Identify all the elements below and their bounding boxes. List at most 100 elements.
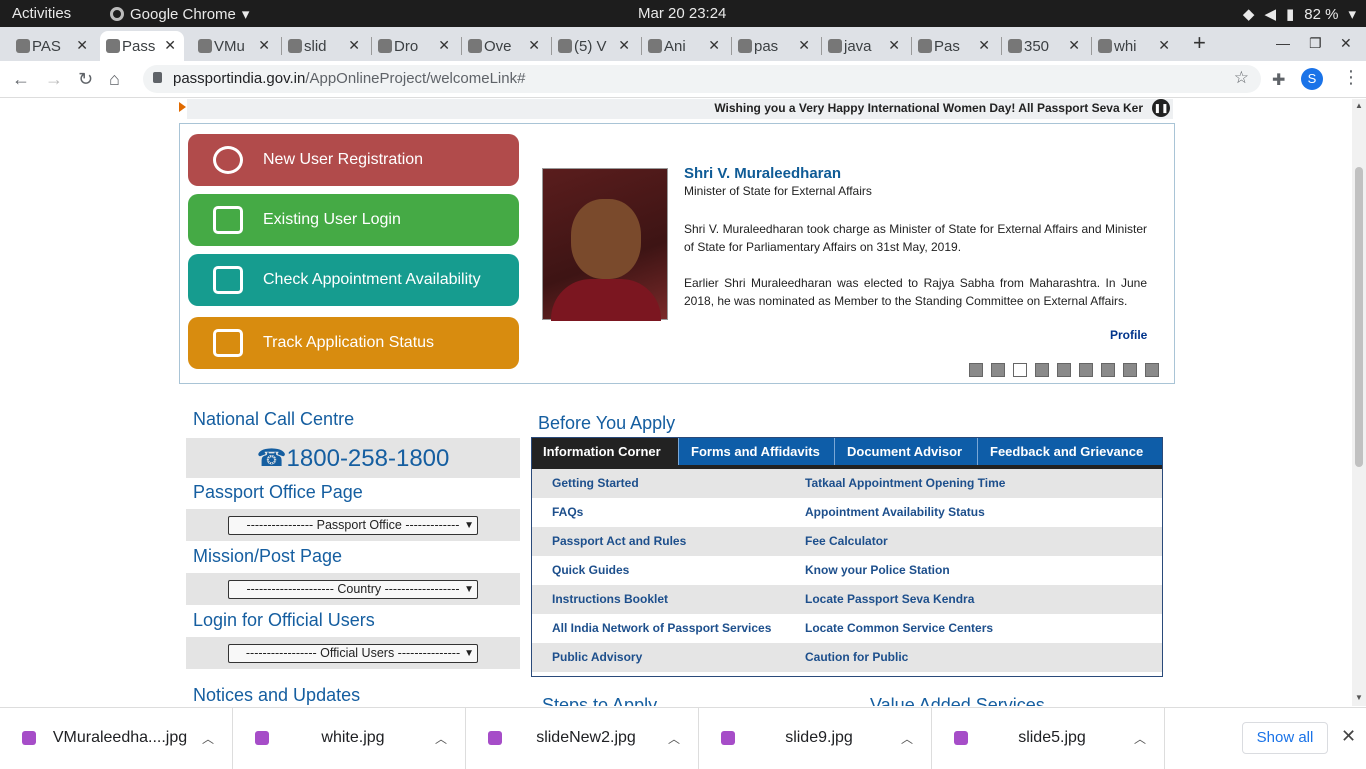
official-users-select[interactable]: ----------------- Official Users -------… [228, 644, 478, 663]
carousel-dot[interactable] [1079, 363, 1093, 377]
profile-link[interactable]: Profile [1110, 328, 1147, 342]
download-item[interactable]: white.jpg ︿ [233, 708, 466, 769]
carousel-dot[interactable] [969, 363, 983, 377]
chevron-up-icon[interactable]: ︿ [901, 730, 913, 747]
info-link[interactable]: Public Advisory [552, 650, 642, 664]
chevron-up-icon[interactable]: ︿ [435, 730, 447, 747]
extensions-icon[interactable]: ✚ [1272, 70, 1285, 90]
close-tab-icon[interactable]: ✕ [164, 37, 176, 54]
app-menu[interactable]: Google Chrome ▾ [110, 5, 249, 23]
close-tab-icon[interactable]: ✕ [438, 37, 450, 54]
browser-tab[interactable]: Pas ✕ [912, 31, 998, 61]
download-item[interactable]: slideNew2.jpg ︿ [466, 708, 699, 769]
track-application-button[interactable]: Track Application Status [188, 317, 519, 369]
check-appointment-button[interactable]: Check Appointment Availability [188, 254, 519, 306]
close-icon[interactable]: ✕ [1341, 726, 1356, 747]
info-link[interactable]: Appointment Availability Status [805, 505, 985, 519]
browser-tab[interactable]: Ani ✕ [642, 31, 728, 61]
close-tab-icon[interactable]: ✕ [1158, 37, 1170, 54]
tab-title: (5) V [574, 37, 607, 55]
close-window-button[interactable]: ✕ [1340, 35, 1352, 52]
country-select[interactable]: --------------------- Country ----------… [228, 580, 478, 599]
carousel-dot[interactable] [1057, 363, 1071, 377]
existing-user-login-button[interactable]: Existing User Login [188, 194, 519, 246]
close-tab-icon[interactable]: ✕ [618, 37, 630, 54]
info-link[interactable]: Know your Police Station [805, 563, 950, 577]
download-item[interactable]: VMuraleedha....jpg ︿ [0, 708, 233, 769]
notices-heading: Notices and Updates [193, 685, 361, 705]
close-tab-icon[interactable]: ✕ [528, 37, 540, 54]
browser-tab[interactable]: Pass ✕ [100, 31, 184, 61]
ticker-play-icon[interactable] [179, 102, 186, 112]
browser-tab[interactable]: whi ✕ [1092, 31, 1178, 61]
restore-button[interactable]: ❐ [1309, 35, 1322, 52]
browser-tab[interactable]: PAS ✕ [10, 31, 96, 61]
news-ticker[interactable]: Wishing you a Very Happy International W… [187, 99, 1173, 119]
carousel-dot[interactable] [1101, 363, 1115, 377]
chevron-up-icon[interactable]: ︿ [668, 730, 680, 747]
browser-tab[interactable]: 350 ✕ [1002, 31, 1088, 61]
info-link[interactable]: Tatkaal Appointment Opening Time [805, 476, 1005, 490]
close-tab-icon[interactable]: ✕ [258, 37, 270, 54]
info-link[interactable]: Quick Guides [552, 563, 629, 577]
info-link[interactable]: All India Network of Passport Services [552, 621, 771, 635]
chevron-up-icon[interactable]: ︿ [202, 730, 214, 747]
chevron-up-icon[interactable]: ︿ [1134, 730, 1146, 747]
pause-icon[interactable]: ❚❚ [1152, 99, 1170, 117]
browser-tab[interactable]: Dro ✕ [372, 31, 458, 61]
close-tab-icon[interactable]: ✕ [348, 37, 360, 54]
bookmark-star-icon[interactable]: ☆ [1234, 68, 1249, 88]
clock[interactable]: Mar 20 23:24 [638, 5, 726, 22]
passport-office-select[interactable]: ---------------- Passport Office -------… [228, 516, 478, 535]
new-tab-button[interactable]: + [1193, 30, 1206, 56]
close-tab-icon[interactable]: ✕ [76, 37, 88, 54]
back-icon[interactable]: ← [12, 69, 30, 90]
download-item[interactable]: slide9.jpg ︿ [699, 708, 932, 769]
browser-tab[interactable]: pas ✕ [732, 31, 818, 61]
info-link[interactable]: Caution for Public [805, 650, 908, 664]
close-tab-icon[interactable]: ✕ [978, 37, 990, 54]
carousel-dot-active[interactable] [1013, 363, 1027, 377]
browser-tab[interactable]: VMu ✕ [192, 31, 278, 61]
carousel-dot[interactable] [1035, 363, 1049, 377]
scroll-down-icon[interactable]: ▼ [1355, 693, 1363, 702]
kebab-menu-icon[interactable]: ⋮ [1342, 67, 1360, 88]
home-icon[interactable]: ⌂ [109, 69, 120, 90]
scroll-up-icon[interactable]: ▲ [1355, 101, 1363, 110]
info-link[interactable]: Instructions Booklet [552, 592, 668, 606]
address-bar[interactable]: passportindia.gov.in/AppOnlineProject/we… [143, 65, 1261, 93]
close-tab-icon[interactable]: ✕ [888, 37, 900, 54]
browser-tab[interactable]: (5) V ✕ [552, 31, 638, 61]
web-page: Wishing you a Very Happy International W… [0, 99, 1352, 706]
carousel-dot[interactable] [991, 363, 1005, 377]
activities-button[interactable]: Activities [12, 5, 71, 22]
scroll-thumb[interactable] [1355, 167, 1363, 467]
close-tab-icon[interactable]: ✕ [798, 37, 810, 54]
close-tab-icon[interactable]: ✕ [1068, 37, 1080, 54]
carousel-dot[interactable] [1123, 363, 1137, 377]
page-scrollbar[interactable]: ▲ ▼ [1352, 99, 1366, 706]
info-link[interactable]: Locate Common Service Centers [805, 621, 993, 635]
carousel-dot[interactable] [1145, 363, 1159, 377]
browser-tab[interactable]: Ove ✕ [462, 31, 548, 61]
info-link[interactable]: Fee Calculator [805, 534, 888, 548]
tab-document-advisor[interactable]: Document Advisor [835, 438, 978, 465]
tab-forms-affidavits[interactable]: Forms and Affidavits [679, 438, 835, 465]
tab-information-corner[interactable]: Information Corner [532, 438, 679, 465]
info-link[interactable]: FAQs [552, 505, 583, 519]
forward-icon[interactable]: → [45, 69, 63, 90]
info-link[interactable]: Passport Act and Rules [552, 534, 686, 548]
browser-tab[interactable]: java ✕ [822, 31, 908, 61]
minimize-button[interactable]: — [1276, 35, 1290, 51]
close-tab-icon[interactable]: ✕ [708, 37, 720, 54]
info-link[interactable]: Getting Started [552, 476, 639, 490]
tab-feedback-grievance[interactable]: Feedback and Grievance [978, 438, 1162, 465]
reload-icon[interactable]: ↻ [78, 69, 93, 90]
new-user-registration-button[interactable]: New User Registration [188, 134, 519, 186]
browser-tab[interactable]: slid ✕ [282, 31, 368, 61]
system-tray[interactable]: ◆ ◀ ▮ 82 % ▾ [1243, 5, 1356, 24]
download-item[interactable]: slide5.jpg ︿ [932, 708, 1165, 769]
info-link[interactable]: Locate Passport Seva Kendra [805, 592, 974, 606]
profile-avatar[interactable]: S [1301, 68, 1323, 90]
show-all-button[interactable]: Show all [1242, 722, 1328, 754]
